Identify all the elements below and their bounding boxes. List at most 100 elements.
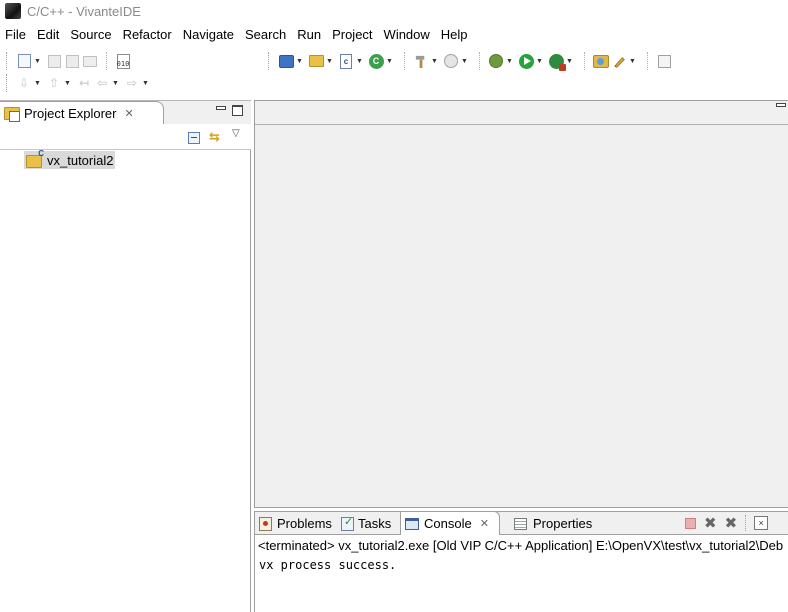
new-button[interactable]	[15, 52, 33, 70]
new-class-button[interactable]: C	[367, 52, 385, 70]
remove-launch-icon[interactable]: ✖	[704, 516, 717, 531]
editor-area	[254, 100, 788, 508]
menu-file[interactable]: File	[4, 27, 32, 42]
menu-search[interactable]: Search	[244, 27, 292, 42]
print-button[interactable]	[81, 52, 99, 70]
external-tools-button[interactable]	[547, 52, 566, 71]
remove-all-launches-icon[interactable]: ✖	[725, 516, 738, 531]
perspective-icon	[593, 54, 609, 68]
new-class-dropdown[interactable]: ▼	[385, 52, 394, 70]
save-all-icon	[65, 54, 79, 68]
new-c-project-button[interactable]	[277, 52, 295, 70]
save-button[interactable]	[45, 52, 63, 70]
clear-console-icon[interactable]: ×	[754, 516, 769, 530]
next-annotation-icon: ⇩	[18, 76, 30, 90]
title-bar: C/C++ - VivanteIDE	[0, 0, 788, 22]
menu-refactor[interactable]: Refactor	[122, 27, 178, 42]
project-explorer-icon	[4, 107, 20, 122]
menu-navigate[interactable]: Navigate	[182, 27, 240, 42]
tab-properties[interactable]: Properties	[514, 512, 592, 535]
run-dropdown[interactable]: ▼	[535, 52, 544, 70]
tab-console-label: Console	[424, 516, 472, 531]
menu-source[interactable]: Source	[69, 27, 117, 42]
menu-help[interactable]: Help	[440, 27, 474, 42]
project-explorer-panel: Project Explorer ✕ ⇆ ▽ vx_tutorial2	[0, 100, 251, 612]
tree-item-label: vx_tutorial2	[47, 152, 114, 168]
build-all-button[interactable]	[442, 52, 460, 70]
build-button[interactable]	[412, 52, 430, 70]
open-perspective-button[interactable]	[592, 52, 610, 70]
toolbar-grip[interactable]	[6, 52, 9, 70]
binary-button[interactable]: 010	[114, 52, 132, 70]
run-button[interactable]	[517, 52, 535, 70]
globe-icon	[444, 54, 458, 68]
tab-problems-label: Problems	[277, 516, 332, 531]
next-annotation-dropdown[interactable]: ▼	[33, 74, 42, 92]
new-source-folder-button[interactable]	[307, 52, 325, 70]
console-actions: ✖ ✖ ×	[685, 515, 769, 531]
link-with-editor-icon[interactable]: ⇆	[209, 130, 225, 144]
maximize-icon[interactable]	[232, 105, 243, 116]
tab-tasks-label: Tasks	[358, 516, 392, 531]
minimize-icon[interactable]	[216, 106, 226, 110]
tab-properties-label: Properties	[533, 516, 593, 531]
forward-dropdown[interactable]: ▼	[141, 74, 150, 92]
close-icon[interactable]: ✕	[480, 517, 489, 530]
collapse-all-icon[interactable]	[188, 132, 200, 144]
new-source-file-dropdown[interactable]: ▼	[355, 52, 364, 70]
menu-project[interactable]: Project	[331, 27, 378, 42]
menu-window[interactable]: Window	[383, 27, 436, 42]
prev-annotation-dropdown[interactable]: ▼	[63, 74, 72, 92]
next-annotation-button[interactable]: ⇩	[15, 74, 33, 92]
console-icon	[405, 517, 419, 530]
pen-icon	[613, 56, 625, 68]
back-dropdown[interactable]: ▼	[111, 74, 120, 92]
toolbar-grip[interactable]	[268, 52, 271, 70]
c-project-folder-icon	[26, 149, 44, 168]
new-source-file-button[interactable]: c	[337, 52, 355, 70]
build-all-dropdown[interactable]: ▼	[460, 52, 469, 70]
new-source-folder-dropdown[interactable]: ▼	[325, 52, 334, 70]
forward-button[interactable]: ⇨	[123, 74, 141, 92]
new-dropdown-caret[interactable]: ▼	[33, 52, 42, 70]
view-menu-icon[interactable]: ▽	[232, 128, 240, 139]
tree-item-project[interactable]: vx_tutorial2	[24, 149, 116, 169]
run-icon	[518, 53, 534, 69]
back-arrow-icon: ⇦	[96, 76, 108, 90]
new-c-project-dropdown[interactable]: ▼	[295, 52, 304, 70]
toolbar-grip[interactable]	[6, 74, 9, 92]
tab-problems[interactable]: Problems	[259, 512, 332, 535]
toolbar-separator	[647, 52, 648, 70]
terminate-icon[interactable]	[685, 517, 696, 529]
toolbar-separator	[106, 52, 107, 70]
tasks-icon	[341, 515, 354, 531]
build-dropdown[interactable]: ▼	[430, 52, 439, 70]
tab-project-explorer[interactable]: Project Explorer ✕	[0, 101, 164, 125]
hammer-icon	[415, 55, 424, 68]
save-all-button[interactable]	[63, 52, 81, 70]
minimize-icon[interactable]	[776, 103, 786, 107]
annotation-dropdown[interactable]: ▼	[628, 52, 637, 70]
close-icon[interactable]: ✕	[124, 107, 133, 120]
window-title: C/C++ - VivanteIDE	[27, 3, 141, 19]
project-explorer-window-controls	[216, 103, 243, 116]
external-tools-dropdown[interactable]: ▼	[565, 52, 574, 70]
menu-run[interactable]: Run	[296, 27, 327, 42]
back-button[interactable]: ⇦	[93, 74, 111, 92]
project-explorer-tabbar: Project Explorer ✕	[0, 100, 251, 125]
debug-button[interactable]	[487, 52, 505, 70]
last-edit-button[interactable]: ↤	[75, 74, 93, 92]
tab-tasks[interactable]: Tasks	[341, 512, 391, 535]
view-icon	[657, 54, 671, 68]
source-folder-icon	[308, 55, 324, 67]
console-panel: Problems Tasks Console ✕ Properties ✖ ✖ …	[254, 511, 788, 612]
c-file-icon: c	[340, 53, 352, 69]
menu-edit[interactable]: Edit	[36, 27, 65, 42]
tab-console[interactable]: Console ✕	[400, 511, 500, 535]
prev-annotation-button[interactable]: ⇧	[45, 74, 63, 92]
view-button[interactable]	[655, 52, 673, 70]
console-process-header: <terminated> vx_tutorial2.exe [Old VIP C…	[258, 538, 784, 553]
debug-dropdown[interactable]: ▼	[505, 52, 514, 70]
bug-icon	[489, 54, 503, 68]
annotation-button[interactable]	[610, 52, 628, 70]
